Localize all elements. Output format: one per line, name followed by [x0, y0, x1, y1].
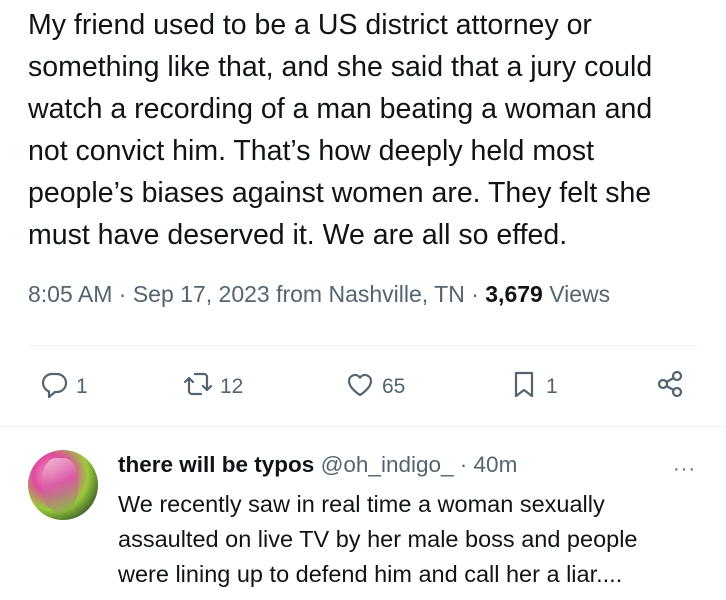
reply-header: there will be typos @oh_indigo_ · 40m: [118, 452, 517, 478]
divider: [28, 345, 698, 346]
like-count: 65: [382, 375, 406, 398]
reply-count: 1: [76, 375, 88, 398]
like-button[interactable]: 65: [344, 362, 405, 412]
views-label[interactable]: Views: [549, 281, 610, 307]
heart-icon: [344, 368, 376, 406]
tweet-text-line: must have deserved it. We are all so eff…: [28, 219, 568, 251]
meta-separator: ·: [459, 452, 468, 477]
reply-text: We recently saw in real time a woman sex…: [118, 487, 708, 592]
retweet-count: 12: [220, 375, 244, 398]
share-icon: [654, 368, 686, 406]
retweet-button[interactable]: 12: [182, 362, 243, 412]
tweet-text: My friend used to be a US district attor…: [28, 4, 708, 256]
tweet-text-line: My friend used to be a US district attor…: [28, 9, 592, 41]
meta-separator: ·: [471, 281, 479, 307]
reply-text-line: assaulted on live TV by her male boss an…: [118, 526, 638, 552]
more-options-icon[interactable]: ···: [673, 458, 696, 481]
divider: [0, 426, 726, 427]
reply-time[interactable]: 40m: [474, 452, 518, 477]
avatar[interactable]: [28, 450, 98, 520]
share-button[interactable]: [654, 362, 686, 412]
reply-button[interactable]: 1: [38, 362, 88, 412]
tweet-text-line: people’s biases against women are. They …: [28, 177, 652, 209]
tweet-date[interactable]: Sep 17, 2023: [133, 281, 270, 307]
tweet-text-line: something like that, and she said that a…: [28, 51, 653, 83]
meta-separator: ·: [118, 281, 127, 307]
tweet-location: from Nashville, TN: [276, 281, 465, 307]
tweet-actions: 1 12 65 1: [0, 362, 726, 412]
reply-text-line: were lining up to defend him and call he…: [118, 561, 623, 587]
bookmark-count: 1: [546, 375, 558, 398]
tweet-text-line: watch a recording of a man beating a wom…: [28, 93, 653, 125]
retweet-icon: [182, 368, 214, 406]
reply-author-name[interactable]: there will be typos: [118, 452, 314, 477]
reply-icon: [38, 368, 70, 406]
reply-author-handle[interactable]: @oh_indigo_: [321, 452, 454, 477]
bookmark-icon: [508, 368, 540, 406]
tweet-time[interactable]: 8:05 AM: [28, 281, 112, 307]
tweet-meta: 8:05 AM · Sep 17, 2023 from Nashville, T…: [28, 281, 610, 308]
tweet-text-line: not convict him. That’s how deeply held …: [28, 135, 595, 167]
views-count[interactable]: 3,679: [485, 281, 543, 307]
reply-tweet[interactable]: there will be typos @oh_indigo_ · 40m ··…: [0, 440, 726, 600]
bookmark-button[interactable]: 1: [508, 362, 558, 412]
reply-text-line: We recently saw in real time a woman sex…: [118, 491, 605, 517]
